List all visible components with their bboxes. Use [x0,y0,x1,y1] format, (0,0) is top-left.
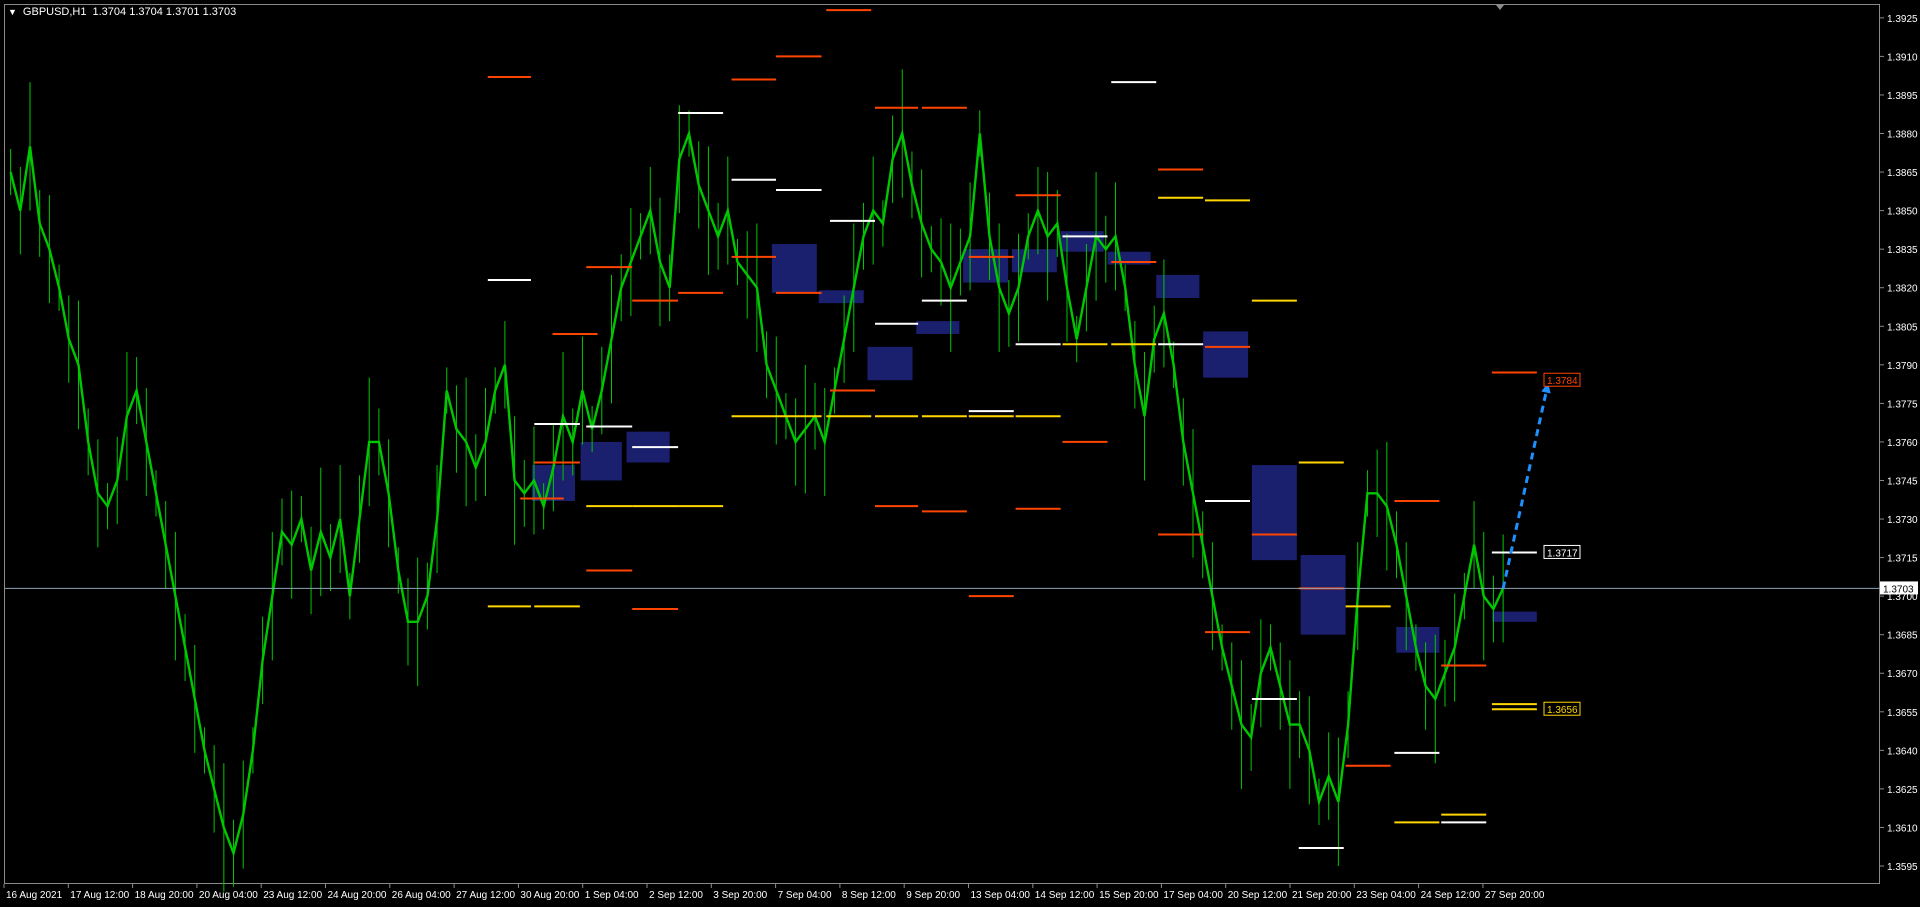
x-tick-label: 13 Sep 04:00 [971,890,1031,901]
scroll-marker-icon[interactable] [1496,5,1504,10]
price-label: 1.3784 [1547,376,1578,387]
zone-box [1203,331,1249,378]
y-tick-label: 1.3655 [1887,708,1918,719]
x-tick-label: 27 Sep 20:00 [1485,890,1545,901]
x-tick-label: 7 Sep 04:00 [778,890,832,901]
x-tick-label: 24 Sep 12:00 [1421,890,1481,901]
zone-box [1156,274,1200,298]
y-tick-label: 1.3685 [1887,631,1918,642]
y-tick-label: 1.3805 [1887,322,1918,333]
y-tick-label: 1.3760 [1887,438,1918,449]
x-tick-label: 17 Sep 04:00 [1163,890,1223,901]
x-tick-label: 16 Aug 2021 [6,890,63,901]
y-tick-label: 1.3595 [1887,862,1918,873]
y-tick-label: 1.3820 [1887,284,1918,295]
x-tick-label: 8 Sep 12:00 [842,890,896,901]
x-tick-label: 17 Aug 12:00 [70,890,129,901]
y-tick-label: 1.3835 [1887,245,1918,256]
y-tick-label: 1.3745 [1887,476,1918,487]
y-tick-label: 1.3610 [1887,823,1918,834]
y-tick-label: 1.3910 [1887,52,1918,63]
y-tick-label: 1.3775 [1887,399,1918,410]
x-tick-label: 23 Sep 04:00 [1356,890,1416,901]
x-tick-label: 14 Sep 12:00 [1035,890,1095,901]
y-tick-label: 1.3895 [1887,91,1918,102]
y-tick-label: 1.3715 [1887,554,1918,565]
y-tick-label: 1.3640 [1887,746,1918,757]
x-tick-label: 15 Sep 20:00 [1099,890,1159,901]
y-tick-label: 1.3670 [1887,669,1918,680]
x-tick-label: 9 Sep 20:00 [906,890,960,901]
zone-box [771,244,817,293]
x-tick-label: 27 Aug 12:00 [456,890,515,901]
x-tick-label: 24 Aug 20:00 [328,890,387,901]
y-tick-label: 1.3790 [1887,361,1918,372]
y-tick-label: 1.3865 [1887,168,1918,179]
x-tick-label: 23 Aug 12:00 [263,890,322,901]
y-tick-label: 1.3730 [1887,515,1918,526]
y-tick-label: 1.3880 [1887,130,1918,141]
x-tick-label: 3 Sep 20:00 [713,890,767,901]
x-tick-label: 30 Aug 20:00 [520,890,579,901]
zone-box [818,290,864,304]
price-label: 1.3656 [1547,705,1578,716]
current-price-label: 1.3703 [1883,584,1914,595]
y-tick-label: 1.3850 [1887,207,1918,218]
zone-box [1251,465,1297,561]
zone-box [580,441,622,481]
x-tick-label: 18 Aug 20:00 [135,890,194,901]
x-tick-label: 20 Aug 04:00 [199,890,258,901]
x-tick-label: 2 Sep 12:00 [649,890,703,901]
zone-box [1396,626,1440,653]
y-tick-label: 1.3925 [1887,14,1918,25]
chart-window[interactable]: ▼ GBPUSD,H1 1.3704 1.3704 1.3701 1.3703 … [0,0,1920,907]
zone-box [867,346,913,381]
zone-box [1300,555,1346,635]
zone-box [916,321,960,334]
x-tick-label: 21 Sep 20:00 [1292,890,1352,901]
projection-arrow [1501,382,1550,589]
y-tick-label: 1.3625 [1887,785,1918,796]
x-tick-label: 26 Aug 04:00 [392,890,451,901]
x-tick-label: 20 Sep 12:00 [1228,890,1288,901]
price-chart: 1.3784 1.3717 1.3656 1.3925 1.3910 1.3895 1.38… [3,5,1918,901]
price-label: 1.3717 [1547,548,1578,559]
zone-box [1491,611,1537,622]
x-tick-label: 1 Sep 04:00 [585,890,639,901]
